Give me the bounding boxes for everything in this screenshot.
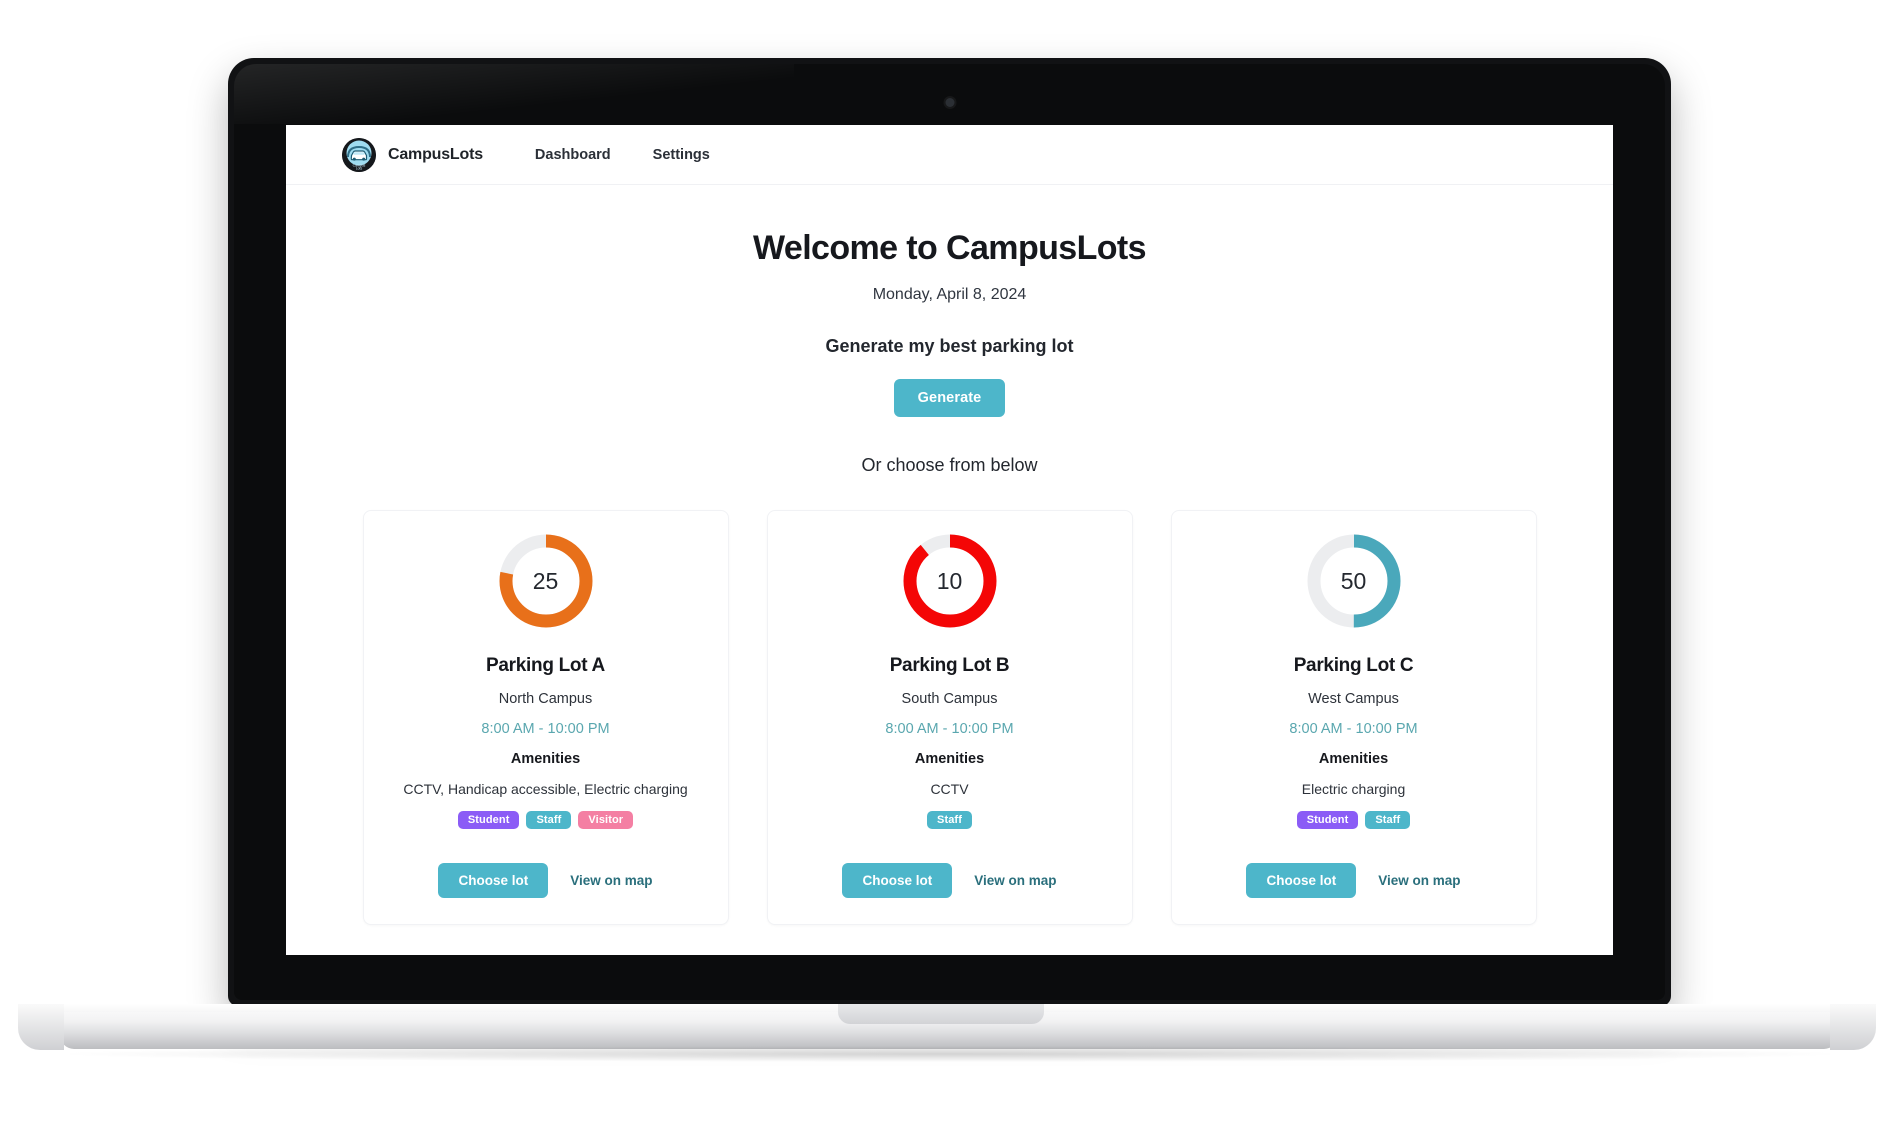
choose-lot-button[interactable]: Choose lot — [1246, 863, 1357, 899]
status-badge: Staff — [1365, 811, 1411, 830]
lot-hours: 8:00 AM - 10:00 PM — [1289, 721, 1418, 737]
choose-lot-button[interactable]: Choose lot — [438, 863, 549, 899]
parking-lot-card: 25 Parking Lot A North Campus 8:00 AM - 10:… — [362, 510, 729, 926]
lot-campus: North Campus — [498, 691, 593, 707]
or-choose-label: Or choose from below — [861, 455, 1038, 475]
permit-badges: Staff — [927, 811, 972, 830]
current-date: Monday, April 8, 2024 — [872, 286, 1027, 303]
nav-links: Dashboard Settings — [535, 147, 710, 163]
card-actions: Choose lot View on map — [842, 863, 1057, 899]
laptop-drop-shadow — [70, 1046, 1830, 1062]
availability-donut-chart: 25 — [498, 533, 594, 629]
nav-link-dashboard[interactable]: Dashboard — [535, 147, 611, 163]
lot-hours: 8:00 AM - 10:00 PM — [481, 721, 610, 737]
status-badge: Staff — [927, 811, 972, 830]
available-spots-count: 25 — [532, 567, 559, 594]
status-badge: Student — [1296, 811, 1359, 830]
nav-link-settings[interactable]: Settings — [653, 147, 710, 163]
lot-title: Parking Lot A — [486, 655, 605, 676]
availability-donut-chart: 10 — [902, 533, 998, 629]
amenities-list: CCTV, Handicap accessible, Electric char… — [403, 781, 688, 797]
campuslots-car-logo-icon: Campus Lots — [342, 137, 376, 172]
view-on-map-link[interactable]: View on map — [570, 873, 652, 888]
amenities-heading: Amenities — [914, 751, 985, 767]
lot-hours: 8:00 AM - 10:00 PM — [885, 721, 1014, 737]
view-on-map-link[interactable]: View on map — [974, 873, 1056, 888]
laptop-base-right-edge — [1830, 1004, 1876, 1050]
browser-screen: Campus Lots CampusLots Dashboard Setting… — [286, 125, 1613, 955]
lot-title: Parking Lot C — [1293, 655, 1414, 676]
brand-name: CampusLots — [388, 145, 483, 163]
card-actions: Choose lot View on map — [1246, 863, 1461, 899]
amenities-heading: Amenities — [1318, 751, 1389, 767]
lot-campus: West Campus — [1308, 691, 1399, 707]
top-navbar: Campus Lots CampusLots Dashboard Setting… — [286, 125, 1613, 185]
card-actions: Choose lot View on map — [438, 863, 653, 899]
amenities-list: CCTV — [930, 781, 969, 797]
permit-badges: Student Staff — [1296, 811, 1411, 830]
main-content: Welcome to CampusLots Monday, April 8, 2… — [286, 185, 1613, 926]
parking-lot-card: 10 Parking Lot B South Campus 8:00 AM - 10:… — [766, 510, 1133, 926]
parking-lot-cards: 25 Parking Lot A North Campus 8:00 AM - 10:… — [342, 510, 1557, 926]
generate-prompt-label: Generate my best parking lot — [825, 336, 1074, 356]
laptop-base-left-edge — [18, 1004, 64, 1050]
brand[interactable]: Campus Lots CampusLots — [342, 137, 483, 172]
amenities-heading: Amenities — [510, 751, 581, 767]
lot-title: Parking Lot B — [889, 655, 1010, 676]
svg-text:Lots: Lots — [356, 166, 363, 170]
status-badge: Visitor — [578, 811, 634, 830]
laptop-base-notch — [838, 1004, 1044, 1024]
generate-button[interactable]: Generate — [893, 379, 1006, 417]
choose-lot-button[interactable]: Choose lot — [842, 863, 953, 899]
permit-badges: Student Staff Visitor — [457, 811, 634, 830]
view-on-map-link[interactable]: View on map — [1378, 873, 1460, 888]
amenities-list: Electric charging — [1301, 781, 1406, 797]
parking-lot-card: 50 Parking Lot C West Campus 8:00 AM - 10:0… — [1170, 510, 1537, 926]
laptop-mockup-scene: Campus Lots CampusLots Dashboard Setting… — [0, 0, 1895, 1139]
availability-donut-chart: 50 — [1306, 533, 1402, 629]
camera-dot-icon — [945, 98, 954, 107]
available-spots-count: 50 — [1340, 567, 1367, 594]
lot-campus: South Campus — [901, 691, 998, 707]
status-badge: Student — [457, 811, 520, 830]
page-title: Welcome to CampusLots — [753, 229, 1147, 267]
status-badge: Staff — [526, 811, 572, 830]
available-spots-count: 10 — [936, 567, 963, 594]
